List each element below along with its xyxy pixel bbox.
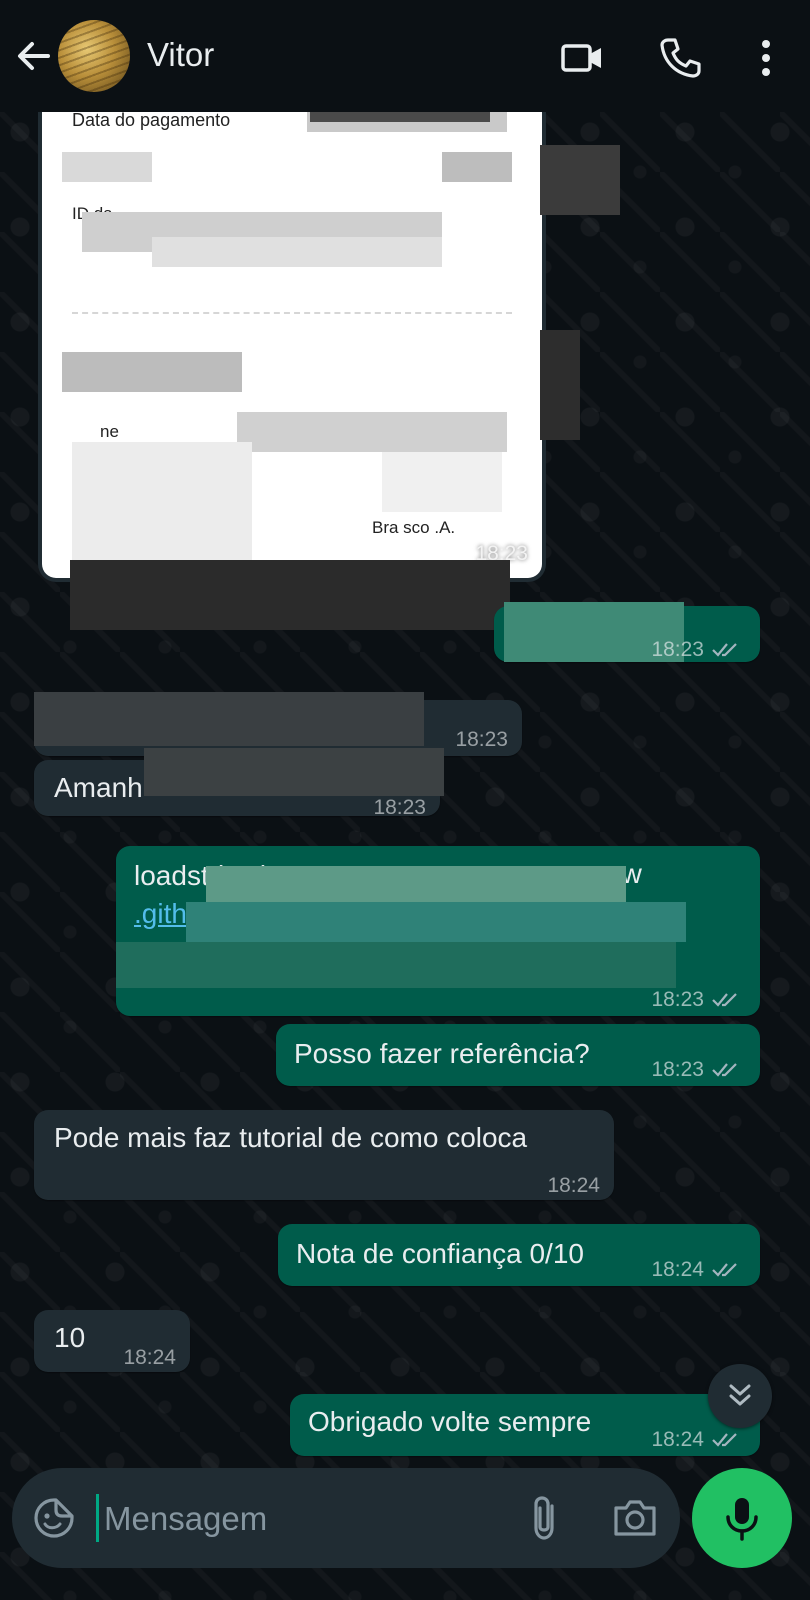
receipt-payment-date-label: Data do pagamento	[72, 112, 231, 130]
message-meta: 18:24	[651, 1252, 742, 1288]
message-meta: 18:24	[123, 1340, 176, 1376]
message-composer	[12, 1468, 680, 1568]
redaction	[70, 560, 510, 630]
message-meta: 18:23	[373, 790, 426, 826]
receipt-divider	[72, 312, 512, 314]
receipt-bank-label: Bra sco .A.	[372, 518, 456, 537]
message-text: Nota de confiança 0/10	[296, 1238, 584, 1269]
outgoing-message[interactable]: Posso fazer referência? 18:23	[276, 1024, 760, 1086]
message-meta: 18:23	[651, 982, 742, 1018]
message-meta: 18:24	[547, 1168, 600, 1204]
camera-icon[interactable]	[612, 1496, 658, 1540]
message-text: Obrigado volte sempre	[308, 1406, 592, 1437]
message-time: 18:23	[373, 796, 426, 819]
redaction	[144, 748, 444, 796]
receipt-name-label: ne	[100, 422, 119, 441]
message-meta: 18:23	[455, 722, 508, 758]
message-time: 18:23	[651, 1058, 704, 1081]
outgoing-message[interactable]: N 18:23	[494, 602, 760, 662]
redaction	[186, 902, 686, 942]
redaction	[540, 145, 620, 215]
message-meta: 18:24	[651, 1422, 742, 1458]
sticker-icon[interactable]	[32, 1496, 76, 1540]
message-meta: 18:23	[651, 632, 742, 668]
redaction	[540, 330, 580, 440]
incoming-message[interactable]: Pode mais faz tutorial de como coloca 18…	[34, 1110, 614, 1200]
message-time: 18:24	[123, 1346, 176, 1369]
redaction	[62, 352, 242, 392]
message-time: 18:24	[651, 1428, 704, 1451]
outgoing-message[interactable]: loadstring(g ew .githu 18:23	[116, 846, 760, 1016]
redaction	[206, 866, 626, 902]
message-time: 18:23	[651, 638, 704, 661]
message-meta: 18:23	[651, 1052, 742, 1088]
redaction	[116, 942, 676, 988]
message-text: 10	[54, 1322, 86, 1353]
redaction	[62, 152, 152, 182]
phone-icon[interactable]	[658, 36, 702, 80]
outgoing-message[interactable]: Obrigado volte sempre 18:24	[290, 1394, 760, 1456]
double-check-icon	[712, 993, 737, 1007]
paperclip-icon[interactable]	[524, 1494, 568, 1542]
redaction	[72, 442, 252, 562]
double-check-icon	[712, 1063, 737, 1077]
redaction	[442, 152, 512, 182]
message-time: 18:23	[651, 988, 704, 1011]
double-check-icon	[712, 1433, 737, 1447]
redaction	[34, 692, 424, 746]
mic-button[interactable]	[692, 1468, 792, 1568]
message-time: 18:23	[455, 728, 508, 751]
text-caret	[96, 1494, 99, 1542]
double-check-icon	[712, 643, 737, 657]
message-text: Amanh	[54, 772, 143, 803]
contact-name[interactable]: Vitor	[147, 36, 214, 74]
double-chevron-down-icon	[729, 1384, 751, 1406]
more-vert-icon[interactable]	[744, 36, 788, 80]
redaction	[382, 452, 502, 512]
scroll-to-bottom-button[interactable]	[708, 1364, 772, 1428]
outgoing-message[interactable]: Nota de confiança 0/10 18:24	[278, 1224, 760, 1286]
redaction	[237, 412, 507, 452]
video-camera-icon[interactable]	[560, 36, 604, 80]
message-text: Posso fazer referência?	[294, 1038, 590, 1069]
message-time: 18:24	[651, 1258, 704, 1281]
chat-header: Vitor	[0, 0, 810, 112]
double-check-icon	[712, 1263, 737, 1277]
avatar[interactable]	[58, 20, 130, 92]
message-text: Pode mais faz tutorial de como coloca	[54, 1122, 528, 1153]
back-arrow-icon[interactable]	[14, 36, 54, 76]
message-time: 18:24	[547, 1174, 600, 1197]
incoming-message[interactable]: 10 18:24	[34, 1310, 190, 1372]
message-input[interactable]	[102, 1490, 506, 1548]
mic-icon	[726, 1498, 758, 1541]
incoming-message[interactable]: Amanh 18:23	[34, 748, 444, 819]
redaction	[152, 237, 442, 267]
receipt-image-message[interactable]: Data do pagamento ID da ne Bra sco .A. 1…	[42, 112, 542, 578]
